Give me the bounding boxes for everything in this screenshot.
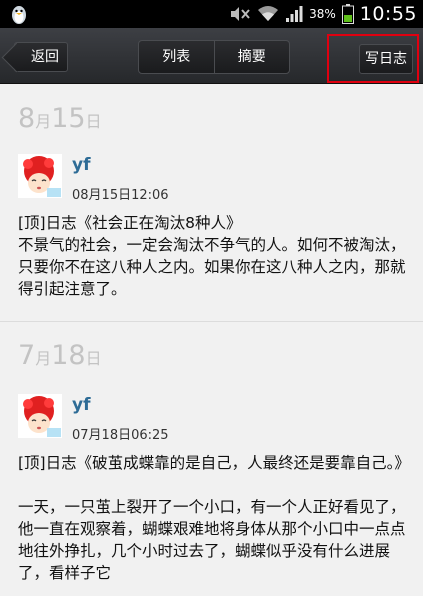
avatar[interactable] bbox=[18, 394, 62, 438]
date-day-unit: 日 bbox=[85, 349, 102, 368]
date-month-unit: 月 bbox=[35, 112, 52, 131]
back-button[interactable]: 返回 bbox=[14, 42, 68, 72]
highlight-box: 写日志 bbox=[327, 34, 419, 83]
wifi-icon bbox=[258, 6, 279, 21]
list-item[interactable]: 7月18日 yf 07月18日06:25 [顶]日志《破茧成蝶靠的是自己，人最终… bbox=[0, 322, 423, 596]
tab-list[interactable]: 列表 bbox=[139, 41, 214, 73]
clock-time: 10:55 bbox=[359, 3, 417, 25]
username[interactable]: yf bbox=[72, 155, 90, 175]
list-item[interactable]: 8月15日 yf 08月15日12:06 [顶]日志《社会正在淘汰8种人》 不景… bbox=[0, 85, 423, 322]
entry-date: 8月15日 bbox=[18, 103, 102, 134]
back-button-label: 返回 bbox=[31, 49, 59, 65]
qq-penguin-icon bbox=[12, 6, 26, 24]
entry-title: [顶]日志《社会正在淘汰8种人》 bbox=[18, 214, 242, 232]
battery-percent: 38% bbox=[309, 7, 336, 21]
avatar[interactable] bbox=[18, 154, 62, 198]
username[interactable]: yf bbox=[72, 395, 90, 415]
entry-title: [顶]日志《破茧成蝶靠的是自己，人最终还是要靠自己。》 bbox=[18, 454, 410, 472]
view-mode-switch: 列表 摘要 bbox=[138, 40, 290, 74]
date-day: 18 bbox=[51, 340, 86, 371]
date-month: 8 bbox=[18, 103, 36, 134]
date-month-unit: 月 bbox=[35, 349, 52, 368]
tab-summary[interactable]: 摘要 bbox=[213, 41, 290, 73]
blog-feed: 8月15日 yf 08月15日12:06 [顶]日志《社会正在淘汰8种人》 不景… bbox=[0, 85, 423, 596]
entry-date: 7月18日 bbox=[18, 340, 102, 371]
timestamp: 07月18日06:25 bbox=[72, 428, 169, 443]
date-month: 7 bbox=[18, 340, 36, 371]
title-bar: 返回 列表 摘要 写日志 bbox=[0, 28, 423, 84]
entry-body: 不景气的社会，一定会淘汰不争气的人。如何不被淘汰，只要你不在这八种人之内。如果你… bbox=[18, 236, 406, 298]
date-day: 15 bbox=[51, 103, 86, 134]
write-log-button[interactable]: 写日志 bbox=[359, 44, 413, 74]
status-bar: 38% 10:55 bbox=[0, 0, 423, 28]
timestamp: 08月15日12:06 bbox=[72, 188, 169, 203]
battery-icon bbox=[341, 4, 354, 24]
entry-body: 一天，一只茧上裂开了一个小口，有一个人正好看见了，他一直在观察着，蝴蝶艰难地将身… bbox=[18, 498, 406, 582]
signal-icon bbox=[286, 6, 303, 22]
mute-icon bbox=[231, 7, 250, 21]
date-day-unit: 日 bbox=[85, 112, 102, 131]
